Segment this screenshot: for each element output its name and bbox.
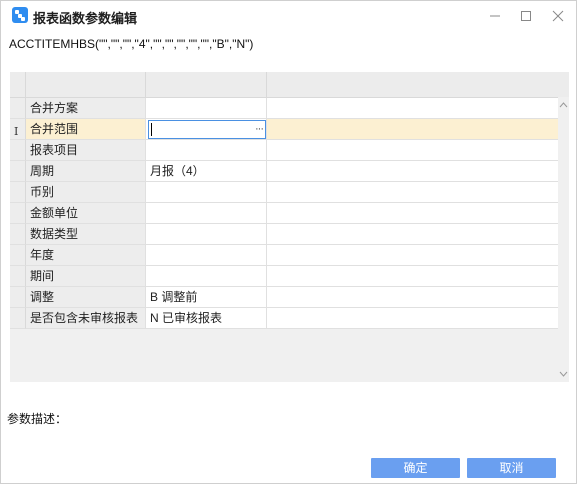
grid-header	[10, 72, 569, 98]
param-filler-cell	[267, 98, 559, 119]
scroll-up-icon[interactable]	[559, 100, 568, 109]
param-name-cell: 年度	[26, 245, 146, 266]
param-value-cell[interactable]: N 已审核报表	[146, 308, 267, 329]
param-name-cell: 币别	[26, 182, 146, 203]
param-row[interactable]: 币别	[10, 182, 559, 203]
close-icon	[552, 10, 564, 22]
row-indicator[interactable]	[10, 266, 26, 287]
row-indicator[interactable]: I	[10, 119, 26, 140]
param-row[interactable]: 周期 月报（4）	[10, 161, 559, 182]
param-filler-cell	[267, 245, 559, 266]
minimize-icon	[490, 15, 500, 17]
param-name-cell: 合并范围	[26, 119, 146, 140]
header-rest-cell	[267, 72, 568, 97]
parameter-grid: 合并方案 I 合并范围 ··· 报表项目 周期 月报（4） 币别 金额单位 数据类型 年度 期间 调整 B…	[10, 72, 569, 382]
param-filler-cell	[267, 119, 559, 140]
param-row[interactable]: 合并方案	[10, 98, 559, 119]
cancel-button[interactable]: 取消	[467, 458, 556, 478]
row-indicator[interactable]	[10, 182, 26, 203]
row-indicator[interactable]	[10, 287, 26, 308]
param-row[interactable]: 是否包含未审核报表 N 已审核报表	[10, 308, 559, 329]
param-filler-cell	[267, 287, 559, 308]
param-name-cell: 金额单位	[26, 203, 146, 224]
param-value-cell[interactable]	[146, 203, 267, 224]
minimize-button[interactable]	[483, 5, 507, 27]
maximize-button[interactable]	[514, 5, 538, 27]
app-icon	[12, 7, 28, 23]
scroll-down-icon[interactable]	[559, 369, 568, 378]
param-value-cell[interactable]	[146, 245, 267, 266]
param-filler-cell	[267, 182, 559, 203]
param-value-cell[interactable]: 月报（4）	[146, 161, 267, 182]
param-row[interactable]: 年度	[10, 245, 559, 266]
row-indicator[interactable]	[10, 140, 26, 161]
param-filler-cell	[267, 308, 559, 329]
param-name-cell: 合并方案	[26, 98, 146, 119]
param-row[interactable]: I 合并范围 ···	[10, 119, 559, 140]
param-value-cell[interactable]	[146, 140, 267, 161]
param-filler-cell	[267, 140, 559, 161]
param-value-cell[interactable]: B 调整前	[146, 287, 267, 308]
close-button[interactable]	[546, 5, 570, 27]
param-filler-cell	[267, 161, 559, 182]
window-title: 报表函数参数编辑	[33, 11, 138, 26]
ok-button[interactable]: 确定	[371, 458, 460, 478]
param-name-cell: 报表项目	[26, 140, 146, 161]
dialog-window: 报表函数参数编辑 ACCTITEMHBS("","","","4","","",…	[0, 0, 577, 484]
param-name-cell: 期间	[26, 266, 146, 287]
header-indicator-cell	[10, 72, 26, 97]
param-name-cell: 调整	[26, 287, 146, 308]
row-marker: I	[14, 125, 19, 138]
row-indicator[interactable]	[10, 98, 26, 119]
param-row[interactable]: 期间	[10, 266, 559, 287]
param-value-cell[interactable]	[146, 266, 267, 287]
ellipsis-button[interactable]: ···	[255, 121, 264, 137]
row-indicator[interactable]	[10, 245, 26, 266]
param-name-cell: 数据类型	[26, 224, 146, 245]
title-bar[interactable]: 报表函数参数编辑	[1, 1, 576, 31]
param-row[interactable]: 报表项目	[10, 140, 559, 161]
row-indicator[interactable]	[10, 203, 26, 224]
param-row[interactable]: 数据类型	[10, 224, 559, 245]
maximize-icon	[521, 11, 531, 21]
text-caret	[151, 123, 152, 136]
param-value-cell[interactable]	[146, 98, 267, 119]
param-value-cell[interactable]	[146, 224, 267, 245]
row-indicator[interactable]	[10, 224, 26, 245]
vertical-scrollbar[interactable]	[558, 97, 569, 382]
param-filler-cell	[267, 203, 559, 224]
formula-text: ACCTITEMHBS("","","","4","","","","","",…	[9, 37, 254, 51]
header-name-cell[interactable]	[26, 72, 146, 97]
param-row[interactable]: 金额单位	[10, 203, 559, 224]
row-indicator[interactable]	[10, 308, 26, 329]
param-value-cell[interactable]	[146, 182, 267, 203]
param-row[interactable]: 调整 B 调整前	[10, 287, 559, 308]
param-filler-cell	[267, 224, 559, 245]
param-filler-cell	[267, 266, 559, 287]
param-name-cell: 是否包含未审核报表	[26, 308, 146, 329]
value-editor-input[interactable]: ···	[148, 120, 266, 139]
header-value-cell[interactable]	[146, 72, 267, 97]
row-indicator[interactable]	[10, 161, 26, 182]
param-name-cell: 周期	[26, 161, 146, 182]
description-label: 参数描述：	[7, 412, 68, 426]
